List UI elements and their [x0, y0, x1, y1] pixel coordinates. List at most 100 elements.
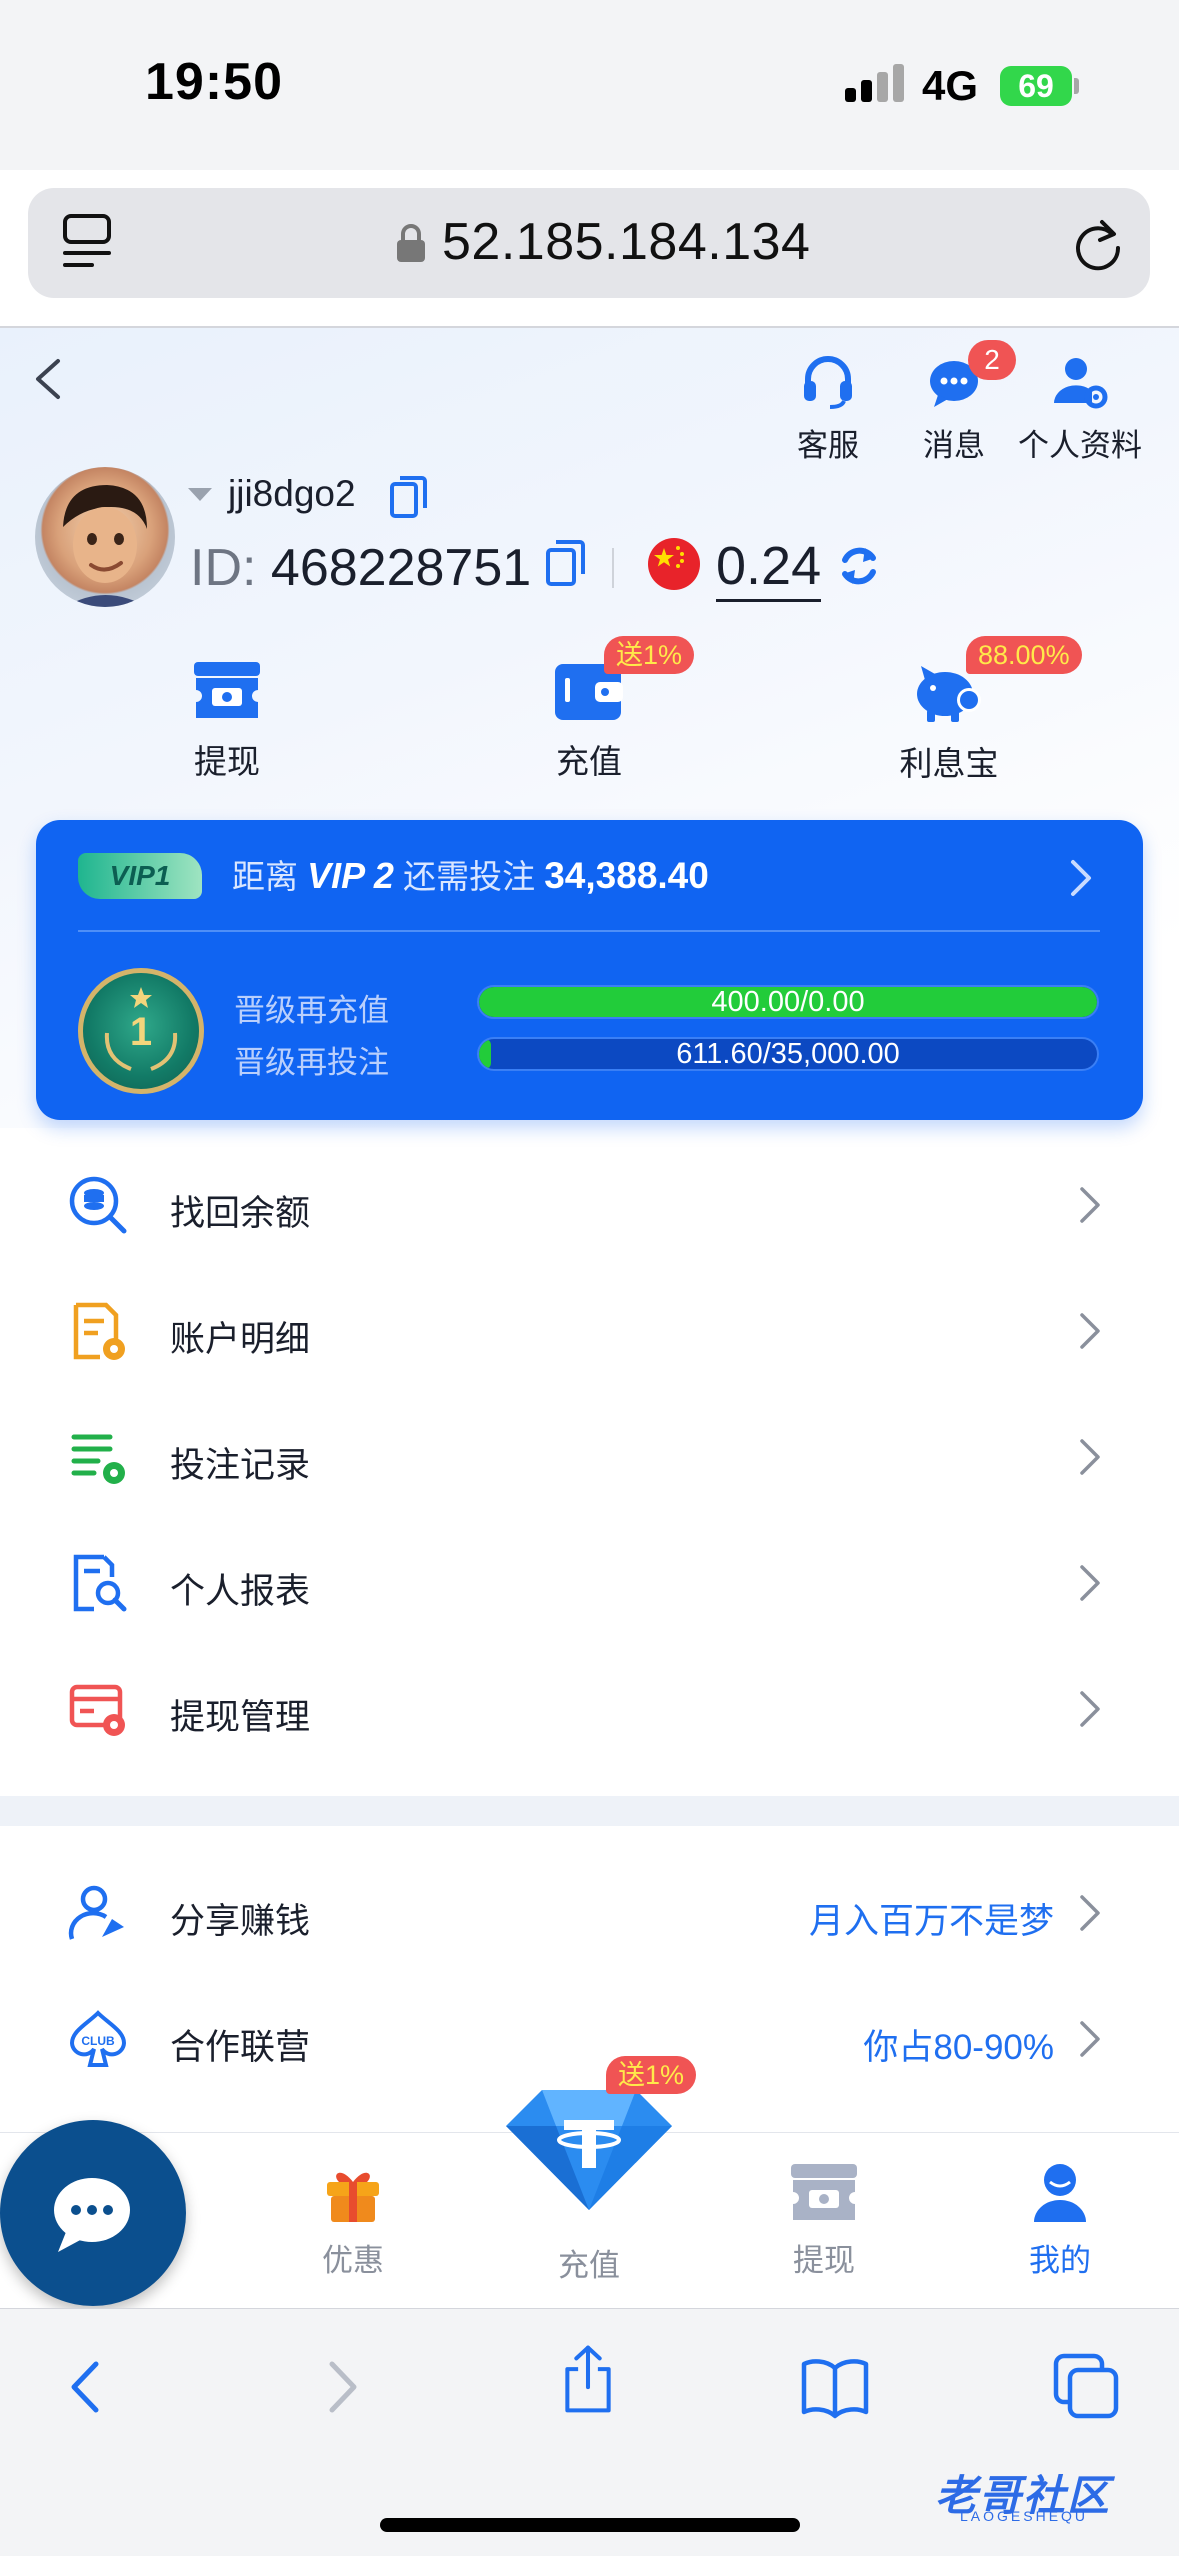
username: jji8dgo2 — [228, 473, 356, 514]
menu-extra-text: 月入百万不是梦 — [808, 1902, 1054, 1941]
vip-medal-number: 1 — [129, 1010, 153, 1054]
signal-icon — [845, 64, 909, 102]
network-type: 4G — [922, 62, 979, 109]
copy-id-icon[interactable] — [544, 538, 586, 588]
menu-label: 账户明细 — [170, 1320, 311, 1359]
chevron-right-icon — [1080, 1187, 1100, 1223]
refresh-balance-icon[interactable] — [835, 542, 883, 590]
nav-withdraw-label: 提现 — [793, 2243, 855, 2278]
search-database-icon — [69, 1176, 127, 1234]
reload-icon[interactable] — [1072, 216, 1124, 272]
gift-icon — [327, 2172, 379, 2222]
chevron-right-icon — [1080, 2021, 1100, 2057]
chevron-right-icon — [1080, 1565, 1100, 1601]
messages-label: 消息 — [923, 428, 985, 463]
nav-deposit-label: 充值 — [558, 2248, 620, 2283]
deposit-bonus-badge: 送1% — [604, 636, 695, 674]
chevron-right-icon — [1080, 1439, 1100, 1475]
menu-item-account-details[interactable]: 账户明细 — [0, 1268, 1179, 1394]
user-share-icon — [68, 1885, 124, 1940]
menu-item-withdraw-management[interactable]: 提现管理 — [0, 1646, 1179, 1772]
user-settings-icon — [1054, 358, 1108, 409]
nav-mine-label: 我的 — [1029, 2243, 1091, 2278]
vip-required-amount: 34,388.40 — [544, 855, 709, 896]
battery-icon: 69 — [1000, 66, 1072, 106]
battery-tip — [1074, 78, 1079, 94]
username-dropdown-icon[interactable] — [188, 488, 212, 501]
user-id-label: ID: — [190, 539, 257, 597]
ticket-icon — [194, 662, 260, 718]
nav-withdraw[interactable]: 提现 — [739, 2160, 909, 2280]
vip-next-level: VIP 2 — [307, 855, 394, 896]
china-flag-icon — [648, 538, 700, 590]
chevron-right-icon — [1080, 1895, 1100, 1931]
user-id: ID: 468228751 — [190, 538, 531, 598]
bet-upgrade-label: 晋级再投注 — [234, 1045, 389, 1080]
recharge-upgrade-label: 晋级再充值 — [234, 993, 389, 1028]
menu-item-recover-balance[interactable]: 找回余额 — [0, 1142, 1179, 1268]
section-divider — [0, 1796, 1179, 1826]
recharge-progress-text: 400.00/0.00 — [711, 986, 865, 1018]
menu-label: 找回余额 — [170, 1194, 311, 1233]
user-profile-icon — [1034, 2164, 1086, 2222]
menu-label: 投注记录 — [170, 1446, 311, 1485]
chevron-right-icon — [1080, 1691, 1100, 1727]
url-text[interactable]: 52.185.184.134 — [442, 212, 810, 272]
menu-extra-text: 你占80-90% — [863, 2028, 1054, 2067]
withdraw-button[interactable]: 提现 — [127, 660, 327, 783]
share-icon[interactable] — [553, 2344, 623, 2414]
interest-treasure-button[interactable]: 利息宝 — [849, 660, 1049, 785]
report-search-icon — [73, 1554, 127, 1612]
chevron-right-icon — [1080, 1313, 1100, 1349]
withdraw-label: 提现 — [194, 743, 260, 780]
vip-prefix: 距离 — [232, 858, 298, 895]
nav-deposit-bonus-badge: 送1% — [606, 2056, 697, 2094]
tabs-overview-icon[interactable] — [1052, 2352, 1122, 2422]
document-coin-icon — [73, 1302, 125, 1360]
interest-treasure-label: 利息宝 — [899, 745, 999, 782]
svg-text:CLUB: CLUB — [81, 2034, 115, 2048]
watermark-subtext: LAOGESHEQU — [960, 2508, 1089, 2524]
lock-icon — [397, 224, 425, 262]
menu-label: 分享赚钱 — [170, 1902, 311, 1941]
chevron-right-icon[interactable] — [1068, 858, 1094, 898]
headset-icon — [804, 356, 852, 409]
customer-service-button[interactable]: 客服 — [758, 355, 898, 465]
vip-level-badge: VIP1 — [78, 853, 202, 899]
browser-forward-icon[interactable] — [306, 2352, 376, 2422]
browser-back-icon[interactable] — [52, 2352, 122, 2422]
list-record-icon — [71, 1434, 125, 1484]
bookmarks-icon[interactable] — [800, 2352, 870, 2422]
ticket-icon — [791, 2164, 857, 2220]
chat-floating-button[interactable] — [0, 2120, 186, 2306]
copy-username-icon[interactable] — [388, 474, 428, 520]
interest-rate-badge: 88.00% — [966, 636, 1082, 674]
menu-item-bet-records[interactable]: 投注记录 — [0, 1394, 1179, 1520]
nav-mine[interactable]: 我的 — [975, 2160, 1145, 2280]
menu-label: 提现管理 — [170, 1698, 311, 1737]
user-id-value: 468228751 — [270, 539, 532, 597]
menu-item-personal-report[interactable]: 个人报表 — [0, 1520, 1179, 1646]
vip-divider — [78, 930, 1100, 932]
profile-button[interactable]: 个人资料 — [1010, 355, 1150, 465]
vip-progress-text: 距离 VIP 2 还需投注 34,388.40 — [232, 850, 709, 898]
separator — [612, 548, 614, 588]
recharge-progress-bar: 400.00/0.00 — [477, 985, 1099, 1019]
customer-service-label: 客服 — [797, 428, 859, 463]
back-arrow-icon[interactable] — [30, 355, 66, 403]
status-time: 19:50 — [145, 53, 283, 111]
nav-promotions[interactable]: 优惠 — [268, 2160, 438, 2280]
message-count-badge: 2 — [968, 340, 1016, 380]
bet-progress-bar: 611.60/35,000.00 — [477, 1037, 1099, 1071]
nav-promotions-label: 优惠 — [322, 2243, 384, 2278]
menu-item-share-earn[interactable]: 分享赚钱 月入百万不是梦 — [0, 1850, 1179, 1976]
menu-label: 个人报表 — [170, 1572, 311, 1611]
profile-label: 个人资料 — [1018, 428, 1142, 463]
page-menu-icon[interactable] — [62, 213, 112, 271]
diamond-tether-icon[interactable] — [502, 2084, 676, 2214]
card-settings-icon — [69, 1684, 125, 1736]
club-spade-icon: CLUB — [69, 2010, 127, 2067]
bet-progress-text: 611.60/35,000.00 — [676, 1038, 900, 1070]
avatar[interactable] — [35, 467, 175, 607]
deposit-button[interactable]: 充值 — [489, 660, 689, 783]
